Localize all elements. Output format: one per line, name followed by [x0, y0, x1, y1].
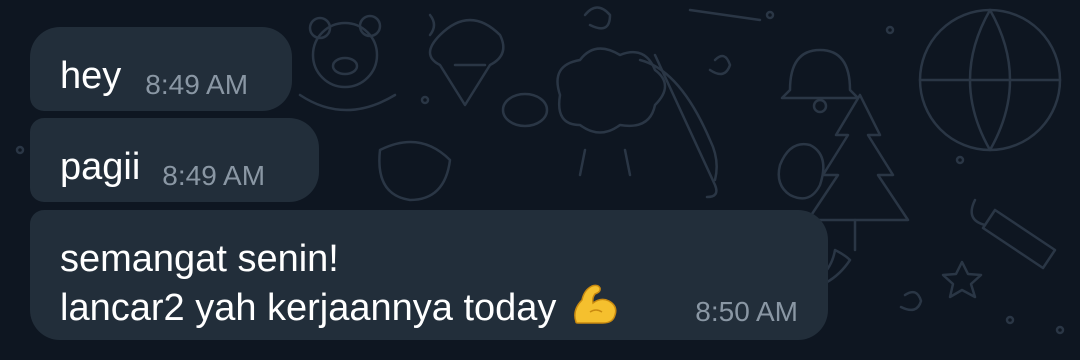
message-text-line: semangat senin!	[60, 238, 339, 280]
message-timestamp: 8:49 AM	[145, 69, 249, 100]
message-text: pagii	[60, 146, 141, 188]
incoming-message-bubble[interactable]: semangat senin! lancar2 yah kerjaannya t…	[30, 210, 828, 340]
message-text-line: lancar2 yah kerjaannya today	[60, 282, 800, 331]
message-text-line-content: lancar2 yah kerjaannya today	[60, 287, 557, 329]
message-timestamp: 8:49 AM	[162, 160, 266, 191]
message-text: hey	[60, 55, 122, 97]
incoming-message-bubble[interactable]: pagii 8:49 AM	[30, 118, 319, 202]
incoming-message-bubble[interactable]: hey 8:49 AM	[30, 27, 292, 111]
chat-message-list[interactable]: hey 8:49 AM pagii 8:49 AM semangat senin! …	[0, 0, 1080, 360]
message-timestamp: 8:50 AM	[695, 296, 798, 327]
flexed-biceps-icon	[574, 284, 617, 324]
